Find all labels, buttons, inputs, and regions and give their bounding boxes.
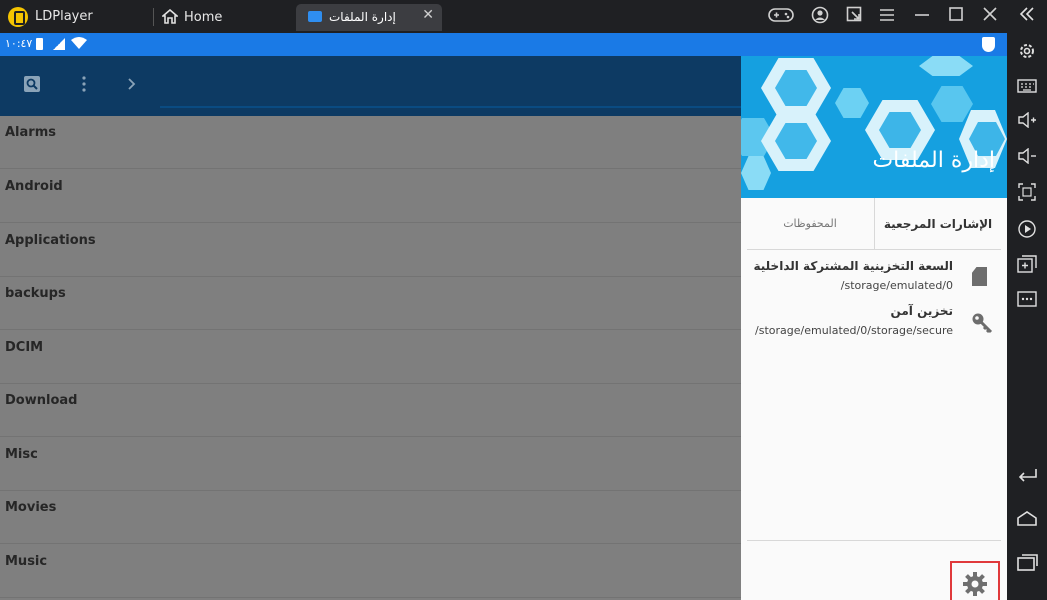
folder-row[interactable]: Applications	[0, 224, 741, 277]
close-icon[interactable]	[979, 6, 1001, 28]
battery-icon	[36, 38, 43, 50]
maximize-icon[interactable]	[945, 6, 967, 28]
file-list-area: Alarms Android Applications backups DCIM…	[0, 56, 741, 600]
folder-name: backups	[5, 286, 66, 301]
storage-item-internal[interactable]: السعة التخزينية المشتركة الداخلية /stora…	[741, 259, 1007, 301]
home-icon	[162, 9, 178, 24]
menu-icon[interactable]	[876, 6, 898, 28]
recent-apps-icon[interactable]	[1015, 553, 1039, 577]
record-icon[interactable]	[1015, 219, 1039, 243]
storage-name: تخزين آمن	[890, 304, 953, 318]
settings-icon[interactable]	[1015, 41, 1039, 65]
folder-name: Android	[5, 179, 63, 194]
folder-row[interactable]: Music	[0, 545, 741, 598]
status-time: ١٠:٤٧	[5, 37, 33, 50]
navigation-drawer: إدارة الملفات المحفوظات الإشارات المرجعي…	[741, 56, 1007, 600]
folder-name: Movies	[5, 500, 57, 515]
hexagon-pattern	[931, 86, 973, 122]
storage-name: السعة التخزينية المشتركة الداخلية	[753, 259, 953, 273]
drawer-header: إدارة الملفات	[741, 56, 1007, 198]
tab-home-label: Home	[184, 10, 223, 25]
gear-icon	[952, 571, 998, 600]
chevron-right-icon[interactable]	[127, 76, 137, 96]
storage-path: /storage/emulated/0	[840, 279, 953, 292]
signal-icon	[53, 38, 65, 50]
folder-row[interactable]: Alarms	[0, 116, 741, 169]
title-separator	[153, 8, 154, 26]
sd-card-icon	[972, 267, 987, 286]
folder-name: Music	[5, 554, 48, 569]
drawer-settings-button[interactable]	[950, 561, 1000, 600]
tab-file-manager[interactable]: إدارة الملفات ✕	[296, 4, 442, 31]
shield-icon	[982, 37, 995, 52]
status-bar: ١٠:٤٧	[0, 33, 1007, 56]
folder-name: Misc	[5, 447, 38, 462]
collapse-icon[interactable]	[1015, 5, 1039, 29]
folder-name: Download	[5, 393, 78, 408]
drawer-title: إدارة الملفات	[872, 148, 995, 173]
tab-favorites[interactable]: المحفوظات	[747, 198, 873, 250]
tab-close-icon[interactable]: ✕	[422, 7, 434, 23]
screenshot-icon[interactable]	[1015, 183, 1039, 207]
drawer-footer-divider	[747, 540, 1001, 541]
folder-row[interactable]: Misc	[0, 438, 741, 491]
drawer-tabs: المحفوظات الإشارات المرجعية	[747, 198, 1001, 250]
ldplayer-logo-icon	[8, 7, 28, 27]
account-icon[interactable]	[809, 6, 831, 28]
folder-row[interactable]: Movies	[0, 491, 741, 544]
folder-name: Alarms	[5, 125, 56, 140]
folder-icon	[308, 11, 322, 22]
storage-item-secure[interactable]: تخزين آمن /storage/emulated/0/storage/se…	[741, 304, 1007, 346]
volume-up-icon[interactable]	[1015, 111, 1039, 135]
title-bar: LDPlayer Home إدارة الملفات ✕	[0, 0, 1007, 33]
volume-down-icon[interactable]	[1015, 147, 1039, 171]
folder-row[interactable]: DCIM	[0, 331, 741, 384]
overflow-menu-icon[interactable]	[82, 76, 86, 96]
folder-row[interactable]: Android	[0, 170, 741, 223]
folder-name: Applications	[5, 233, 96, 248]
back-icon[interactable]	[1015, 465, 1039, 489]
tab-home[interactable]: Home	[160, 4, 290, 30]
wifi-icon	[70, 36, 88, 54]
folder-name: DCIM	[5, 340, 44, 355]
tab-file-manager-label: إدارة الملفات	[329, 10, 396, 24]
app-name: LDPlayer	[35, 9, 93, 24]
minimize-icon[interactable]	[911, 6, 933, 28]
more-icon[interactable]	[1015, 290, 1039, 314]
hexagon-pattern	[919, 56, 973, 76]
ldplayer-window: LDPlayer Home إدارة الملفات ✕ ١٠:٤٧ Alar…	[0, 0, 1047, 600]
emulator-sidebar	[1007, 0, 1047, 600]
share-icon[interactable]	[843, 6, 865, 28]
folder-row[interactable]: backups	[0, 277, 741, 330]
gamepad-icon[interactable]	[768, 6, 794, 28]
android-screen: ١٠:٤٧ Alarms Android Applications backup…	[0, 33, 1007, 600]
toolbar-underline	[160, 106, 741, 108]
storage-path: /storage/emulated/0/storage/secure	[755, 324, 953, 337]
key-icon	[971, 312, 993, 334]
hexagon-pattern	[835, 88, 869, 118]
hexagon-pattern	[741, 156, 771, 190]
tab-bookmarks[interactable]: الإشارات المرجعية	[874, 198, 1001, 250]
keyboard-icon[interactable]	[1015, 76, 1039, 100]
folder-row[interactable]: Download	[0, 384, 741, 437]
search-icon[interactable]	[24, 76, 40, 96]
add-window-icon[interactable]	[1015, 255, 1039, 279]
home-icon[interactable]	[1015, 509, 1039, 533]
app-toolbar	[0, 56, 741, 116]
